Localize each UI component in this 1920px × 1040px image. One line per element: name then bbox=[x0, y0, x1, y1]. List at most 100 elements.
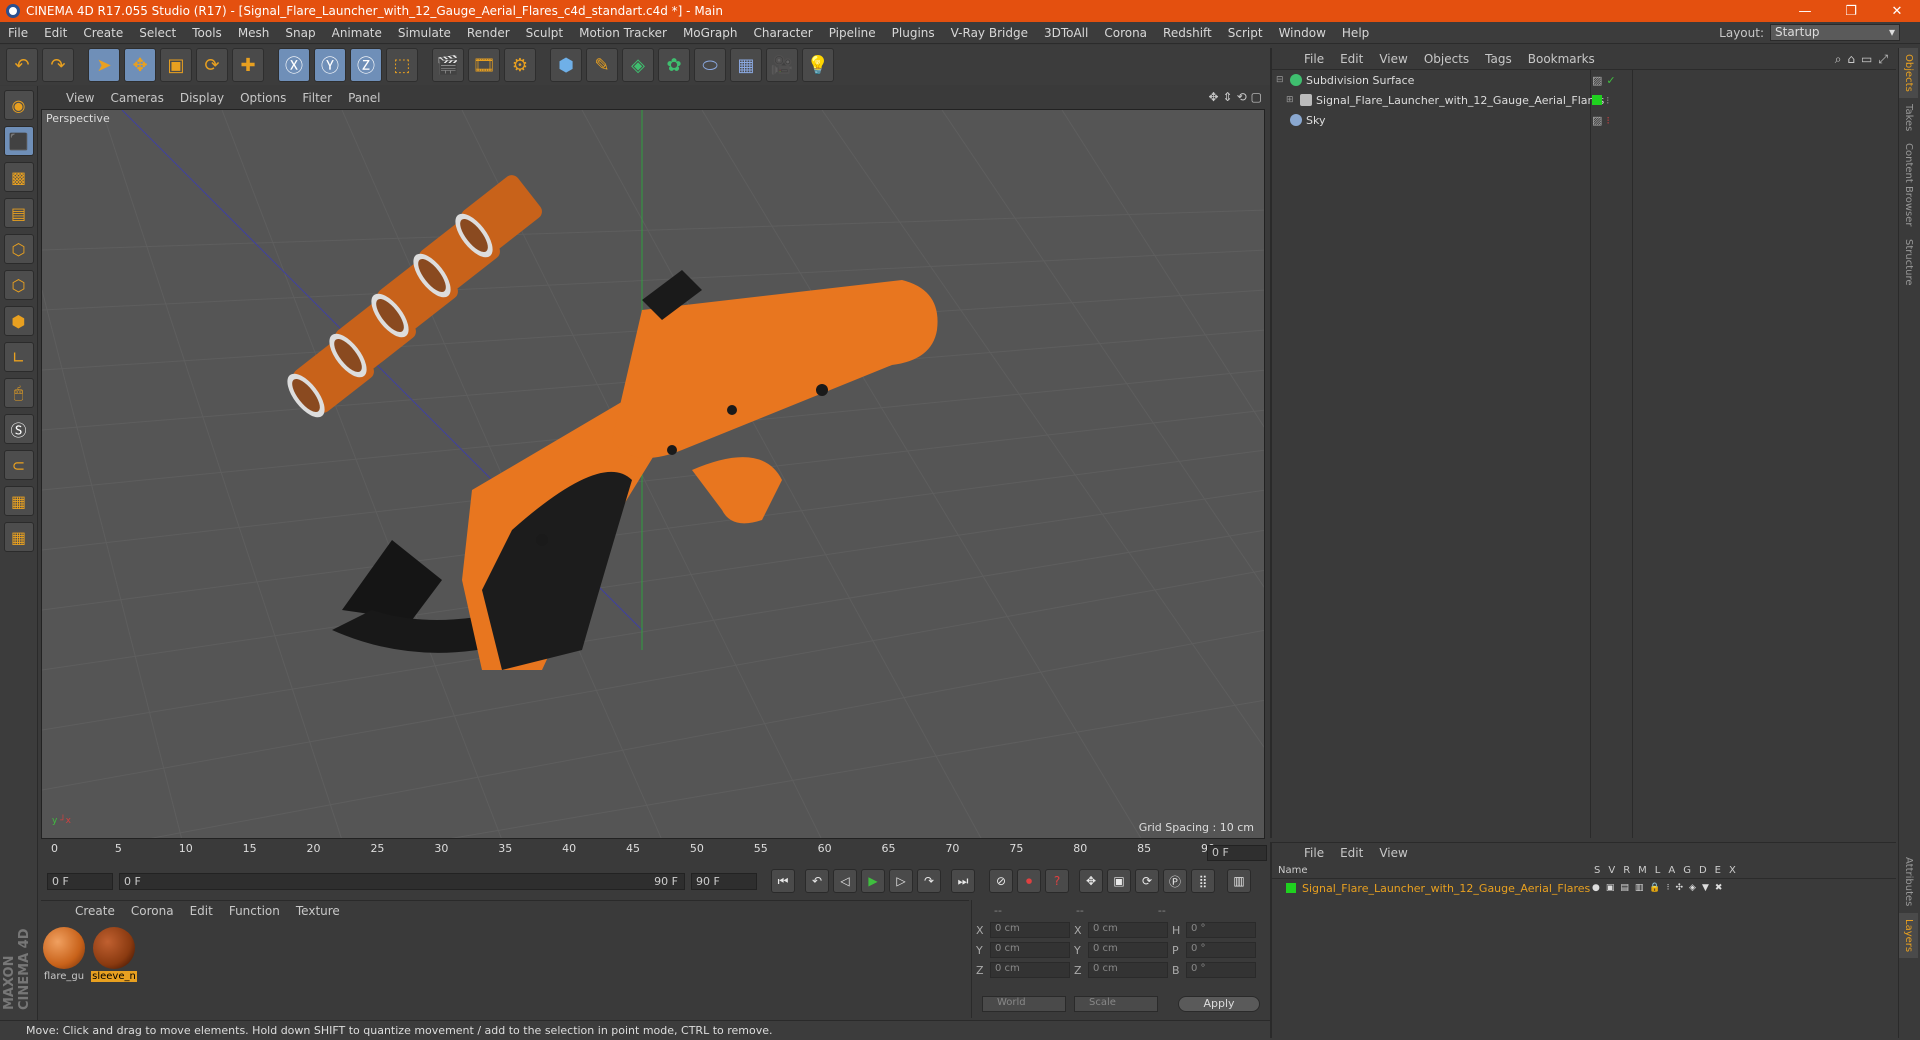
menu-pipeline[interactable]: Pipeline bbox=[821, 26, 884, 40]
menu-corona[interactable]: Corona bbox=[1096, 26, 1155, 40]
texture-mode-icon[interactable]: ▩ bbox=[3, 162, 34, 192]
tab-takes[interactable]: Takes bbox=[1899, 98, 1918, 137]
menu-motion-tracker[interactable]: Motion Tracker bbox=[571, 26, 675, 40]
viewport-menu-cameras[interactable]: Cameras bbox=[102, 91, 171, 105]
object-row-subdivision[interactable]: ⊟ Subdivision Surface ▨ ✓ bbox=[1272, 70, 1896, 90]
layer-color-icon[interactable] bbox=[1592, 95, 1602, 105]
generator-icon[interactable]: ✣ bbox=[1676, 883, 1684, 893]
menu-vray-bridge[interactable]: V-Ray Bridge bbox=[943, 26, 1036, 40]
om-menu-bookmarks[interactable]: Bookmarks bbox=[1520, 52, 1603, 66]
menu-redshift[interactable]: Redshift bbox=[1155, 26, 1220, 40]
menu-render[interactable]: Render bbox=[459, 26, 518, 40]
cube-primitive-icon[interactable]: ⬢ bbox=[550, 48, 582, 82]
home-icon[interactable]: ⌂ bbox=[1847, 52, 1855, 67]
z-axis-lock-icon[interactable]: Ⓩ bbox=[350, 48, 382, 82]
start-frame-field[interactable]: 0 F bbox=[47, 872, 113, 890]
viewport-menu-display[interactable]: Display bbox=[172, 91, 232, 105]
animation-icon[interactable]: ⁝ bbox=[1667, 883, 1670, 893]
view-icon[interactable]: ▣ bbox=[1606, 883, 1615, 893]
x-axis-lock-icon[interactable]: Ⓧ bbox=[278, 48, 310, 82]
visibility-dots-icon[interactable]: ⁝ bbox=[1606, 94, 1610, 107]
menu-snap[interactable]: Snap bbox=[277, 26, 323, 40]
size-y-field[interactable]: 0 cm bbox=[1088, 942, 1168, 958]
light-icon[interactable]: 💡 bbox=[802, 48, 834, 82]
material-menu-create[interactable]: Create bbox=[67, 904, 123, 918]
play-icon[interactable]: ▶ bbox=[861, 869, 885, 893]
prev-frame-icon[interactable]: ◁ bbox=[833, 869, 857, 893]
y-axis-lock-icon[interactable]: Ⓨ bbox=[314, 48, 346, 82]
workplane-icon[interactable]: ▤ bbox=[3, 198, 34, 228]
position-x-field[interactable]: 0 cm bbox=[990, 922, 1070, 938]
size-x-field[interactable]: 0 cm bbox=[1088, 922, 1168, 938]
transform-tool-icon[interactable]: ✚ bbox=[232, 48, 264, 82]
lm-menu-edit[interactable]: Edit bbox=[1332, 846, 1371, 860]
menu-animate[interactable]: Animate bbox=[324, 26, 390, 40]
menu-simulate[interactable]: Simulate bbox=[390, 26, 459, 40]
tab-structure[interactable]: Structure bbox=[1899, 233, 1918, 292]
om-menu-objects[interactable]: Objects bbox=[1416, 52, 1477, 66]
menu-create[interactable]: Create bbox=[75, 26, 131, 40]
floor-scene-icon[interactable]: ▦ bbox=[730, 48, 762, 82]
expand-icon[interactable]: ⤢ bbox=[1878, 52, 1888, 67]
edges-mode-icon[interactable]: ⬡ bbox=[3, 270, 34, 300]
move-tool-icon[interactable]: ✥ bbox=[124, 48, 156, 82]
layout-dropdown[interactable]: Startup bbox=[1770, 24, 1900, 41]
tweak-mode-icon[interactable]: 🖱 bbox=[3, 378, 34, 408]
snap-magnet-icon[interactable]: ⊂ bbox=[3, 450, 34, 480]
model-mode-icon[interactable]: ⬛ bbox=[3, 126, 34, 156]
menu-3dtoall[interactable]: 3DToAll bbox=[1036, 26, 1096, 40]
frame-range-slider[interactable]: 0 F 90 F bbox=[119, 872, 685, 890]
key-scale-icon[interactable]: ▣ bbox=[1107, 869, 1131, 893]
keyframe-selection-icon[interactable]: ? bbox=[1045, 869, 1069, 893]
viewport-menu-view[interactable]: View bbox=[58, 91, 102, 105]
om-menu-file[interactable]: File bbox=[1296, 52, 1332, 66]
apply-button[interactable]: Apply bbox=[1178, 996, 1260, 1012]
menu-file[interactable]: File bbox=[0, 26, 36, 40]
rotation-b-field[interactable]: 0 ° bbox=[1186, 962, 1256, 978]
zoom-icon[interactable]: ⇕ bbox=[1223, 90, 1233, 104]
restore-button[interactable]: ❐ bbox=[1828, 0, 1874, 22]
xref-icon[interactable]: ✖ bbox=[1715, 883, 1723, 893]
new-view-icon[interactable]: ▭ bbox=[1861, 52, 1872, 67]
menu-mograph[interactable]: MoGraph bbox=[675, 26, 746, 40]
rotation-p-field[interactable]: 0 ° bbox=[1186, 942, 1256, 958]
size-z-field[interactable]: 0 cm bbox=[1088, 962, 1168, 978]
solo-icon[interactable]: ● bbox=[1592, 883, 1600, 893]
om-menu-tags[interactable]: Tags bbox=[1477, 52, 1520, 66]
render-settings-icon[interactable]: ⚙ bbox=[504, 48, 536, 82]
spline-pen-icon[interactable]: ✎ bbox=[586, 48, 618, 82]
lm-menu-view[interactable]: View bbox=[1371, 846, 1415, 860]
lm-menu-file[interactable]: File bbox=[1296, 846, 1332, 860]
solo-mode-icon[interactable]: Ⓢ bbox=[3, 414, 34, 444]
viewport-menu-options[interactable]: Options bbox=[232, 91, 294, 105]
timeline-ruler[interactable]: 051015202530354045505560657075808590 0 F bbox=[41, 842, 1267, 864]
enabled-check-icon[interactable]: ✓ bbox=[1606, 74, 1615, 87]
redo-icon[interactable]: ↷ bbox=[42, 48, 74, 82]
manager-icon[interactable]: ▥ bbox=[1635, 883, 1644, 893]
object-row-sky[interactable]: Sky ▨ ⁝ bbox=[1272, 110, 1896, 130]
om-menu-edit[interactable]: Edit bbox=[1332, 52, 1371, 66]
planar-workplane-icon[interactable]: ▦ bbox=[3, 522, 34, 552]
menu-edit[interactable]: Edit bbox=[36, 26, 75, 40]
next-key-icon[interactable]: ↷ bbox=[917, 869, 941, 893]
prev-key-icon[interactable]: ↶ bbox=[805, 869, 829, 893]
coordinate-mode-dropdown[interactable]: Scale bbox=[1074, 996, 1158, 1012]
auto-key-icon[interactable]: ⏺ bbox=[1017, 869, 1041, 893]
menu-tools[interactable]: Tools bbox=[184, 26, 230, 40]
make-editable-icon[interactable]: ◉ bbox=[3, 90, 34, 120]
mograph-cloner-icon[interactable]: ✿ bbox=[658, 48, 690, 82]
material-menu-edit[interactable]: Edit bbox=[182, 904, 221, 918]
current-frame-field[interactable]: 0 F bbox=[1207, 845, 1267, 861]
material-menu-texture[interactable]: Texture bbox=[288, 904, 348, 918]
material-flare[interactable]: flare_gu bbox=[41, 927, 87, 982]
menu-script[interactable]: Script bbox=[1220, 26, 1271, 40]
axis-mode-icon[interactable]: ∟ bbox=[3, 342, 34, 372]
expand-icon[interactable]: ⊞ bbox=[1286, 95, 1296, 105]
expression-icon[interactable]: ▼ bbox=[1702, 883, 1709, 893]
perspective-viewport[interactable]: Perspective Grid Spacing : 10 cm y ┘x bbox=[41, 109, 1265, 839]
layer-icon[interactable]: ▨ bbox=[1592, 74, 1602, 87]
layer-row[interactable]: Signal_Flare_Launcher_with_12_Gauge_Aeri… bbox=[1272, 879, 1896, 897]
pan-icon[interactable]: ✥ bbox=[1208, 90, 1218, 104]
minimize-button[interactable]: — bbox=[1782, 0, 1828, 22]
goto-start-icon[interactable]: ⏮ bbox=[771, 869, 795, 893]
